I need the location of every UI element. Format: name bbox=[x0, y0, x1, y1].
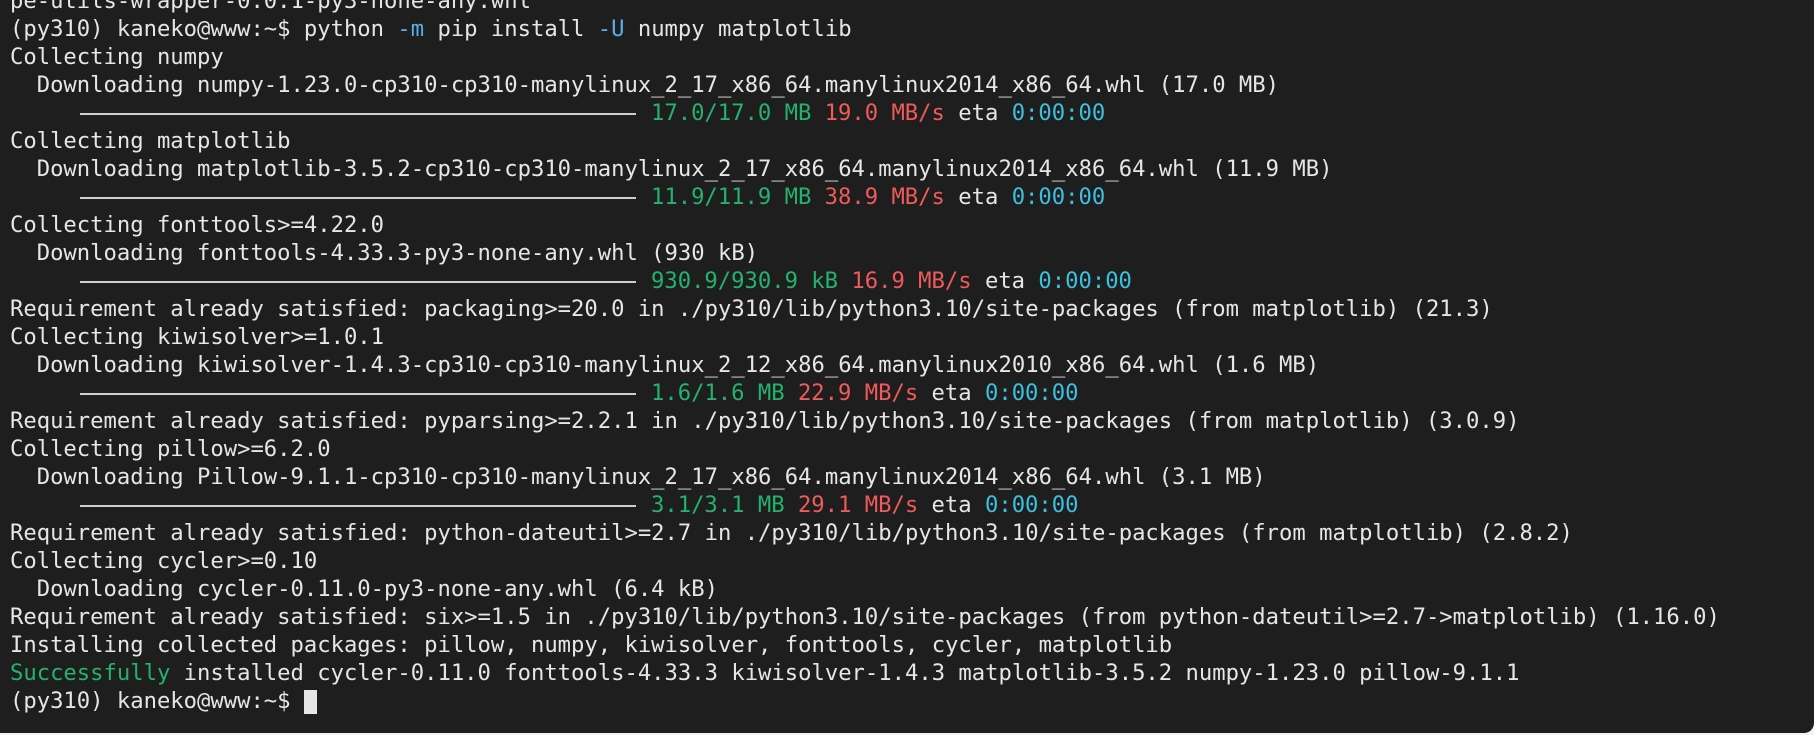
line-text: -U bbox=[597, 16, 625, 42]
terminal-line: Collecting fonttools>=4.22.0 bbox=[10, 211, 1814, 239]
download-speed: 16.9 MB/s bbox=[851, 268, 972, 294]
line-text: (py310) kaneko@www:~$ python bbox=[10, 16, 398, 42]
line-text: Requirement already satisfied: python-da… bbox=[10, 520, 1573, 546]
line-text: Downloading Pillow-9.1.1-cp310-cp310-man… bbox=[10, 464, 1266, 490]
line-text: Installing collected packages: pillow, n… bbox=[10, 632, 1173, 658]
terminal-line: Collecting cycler>=0.10 bbox=[10, 547, 1814, 575]
progress-amount: 930.9/930.9 kB bbox=[651, 268, 839, 294]
progress-line: 17.0/17.0 MB 19.0 MB/s eta 0:00:00 bbox=[10, 99, 1814, 127]
eta-time: 0:00:00 bbox=[1011, 184, 1106, 210]
progress-bar bbox=[80, 112, 636, 115]
line-text: Downloading numpy-1.23.0-cp310-cp310-man… bbox=[10, 72, 1280, 98]
line-text: Requirement already satisfied: six>=1.5 … bbox=[10, 604, 1720, 630]
eta-time: 0:00:00 bbox=[1038, 268, 1132, 294]
line-text: numpy matplotlib bbox=[624, 16, 852, 42]
line-text: Collecting numpy bbox=[10, 44, 224, 70]
progress-line: 3.1/3.1 MB 29.1 MB/s eta 0:00:00 bbox=[10, 491, 1814, 519]
terminal-line: Downloading cycler-0.11.0-py3-none-any.w… bbox=[10, 575, 1814, 603]
line-text: Successfully bbox=[10, 660, 171, 686]
prompt-line: (py310) kaneko@www:~$ bbox=[10, 687, 1814, 715]
progress-amount: 17.0/17.0 MB bbox=[651, 100, 812, 126]
line-text: Collecting kiwisolver>=1.0.1 bbox=[10, 324, 385, 350]
terminal-line: Requirement already satisfied: packaging… bbox=[10, 295, 1814, 323]
terminal-line: Downloading kiwisolver-1.4.3-cp310-cp310… bbox=[10, 351, 1814, 379]
terminal-line: Collecting numpy bbox=[10, 43, 1814, 71]
progress-line: 930.9/930.9 kB 16.9 MB/s eta 0:00:00 bbox=[10, 267, 1814, 295]
progress-bar bbox=[80, 504, 636, 507]
line-text: Collecting cycler>=0.10 bbox=[10, 548, 318, 574]
progress-amount: 3.1/3.1 MB bbox=[651, 492, 785, 518]
terminal-line: Downloading numpy-1.23.0-cp310-cp310-man… bbox=[10, 71, 1814, 99]
progress-amount: 1.6/1.6 MB bbox=[651, 380, 785, 406]
terminal-line: Collecting kiwisolver>=1.0.1 bbox=[10, 323, 1814, 351]
terminal-line: Requirement already satisfied: python-da… bbox=[10, 519, 1814, 547]
terminal-line: Requirement already satisfied: pyparsing… bbox=[10, 407, 1814, 435]
progress-bar bbox=[80, 392, 636, 395]
eta-time: 0:00:00 bbox=[1011, 100, 1106, 126]
progress-line: 1.6/1.6 MB 22.9 MB/s eta 0:00:00 bbox=[10, 379, 1814, 407]
progress-line: 11.9/11.9 MB 38.9 MB/s eta 0:00:00 bbox=[10, 183, 1814, 211]
line-text: -m bbox=[397, 16, 425, 42]
line-text: Downloading cycler-0.11.0-py3-none-any.w… bbox=[10, 576, 718, 602]
line-text: Downloading kiwisolver-1.4.3-cp310-cp310… bbox=[10, 352, 1320, 378]
line-text: Collecting fonttools>=4.22.0 bbox=[10, 212, 385, 238]
eta-label: eta bbox=[984, 268, 1026, 294]
terminal-line: Installing collected packages: pillow, n… bbox=[10, 631, 1814, 659]
terminal-line: Requirement already satisfied: six>=1.5 … bbox=[10, 603, 1814, 631]
terminal-line: (py310) kaneko@www:~$ python -m pip inst… bbox=[10, 15, 1814, 43]
line-text: Requirement already satisfied: pyparsing… bbox=[10, 408, 1520, 434]
line-text: pe-utils-wrapper-0.0.1-py3-none-any.whl bbox=[10, 0, 531, 14]
terminal-line: Downloading fonttools-4.33.3-py3-none-an… bbox=[10, 239, 1814, 267]
eta-label: eta bbox=[958, 100, 999, 126]
line-text: Downloading fonttools-4.33.3-py3-none-an… bbox=[10, 240, 759, 266]
line-text: Collecting matplotlib bbox=[10, 128, 291, 154]
eta-label: eta bbox=[958, 184, 999, 210]
line-text: Requirement already satisfied: packaging… bbox=[10, 296, 1493, 322]
download-speed: 29.1 MB/s bbox=[797, 492, 919, 518]
line-text: Collecting pillow>=6.2.0 bbox=[10, 436, 331, 462]
progress-bar bbox=[80, 280, 636, 283]
download-speed: 38.9 MB/s bbox=[824, 184, 945, 210]
line-text: Downloading matplotlib-3.5.2-cp310-cp310… bbox=[10, 156, 1333, 182]
terminal-output: pe-utils-wrapper-0.0.1-py3-none-any.whl(… bbox=[10, 0, 1814, 715]
terminal-line: Collecting pillow>=6.2.0 bbox=[10, 435, 1814, 463]
eta-time: 0:00:00 bbox=[984, 492, 1079, 518]
terminal-line: Downloading matplotlib-3.5.2-cp310-cp310… bbox=[10, 155, 1814, 183]
terminal-line: pe-utils-wrapper-0.0.1-py3-none-any.whl bbox=[10, 0, 1814, 15]
terminal-line: Collecting matplotlib bbox=[10, 127, 1814, 155]
shell-prompt: (py310) kaneko@www:~$ bbox=[10, 688, 291, 714]
eta-label: eta bbox=[931, 380, 972, 406]
terminal-line: Successfully installed cycler-0.11.0 fon… bbox=[10, 659, 1814, 687]
eta-time: 0:00:00 bbox=[984, 380, 1079, 406]
text-cursor[interactable] bbox=[303, 689, 317, 714]
line-text: pip install bbox=[424, 16, 598, 42]
eta-label: eta bbox=[931, 492, 972, 518]
progress-bar bbox=[80, 196, 636, 199]
terminal-window[interactable]: pe-utils-wrapper-0.0.1-py3-none-any.whl(… bbox=[0, 0, 1814, 733]
progress-amount: 11.9/11.9 MB bbox=[651, 184, 812, 210]
download-speed: 22.9 MB/s bbox=[797, 380, 919, 406]
terminal-line: Downloading Pillow-9.1.1-cp310-cp310-man… bbox=[10, 463, 1814, 491]
download-speed: 19.0 MB/s bbox=[824, 100, 945, 126]
line-text: installed cycler-0.11.0 fonttools-4.33.3… bbox=[170, 660, 1520, 686]
